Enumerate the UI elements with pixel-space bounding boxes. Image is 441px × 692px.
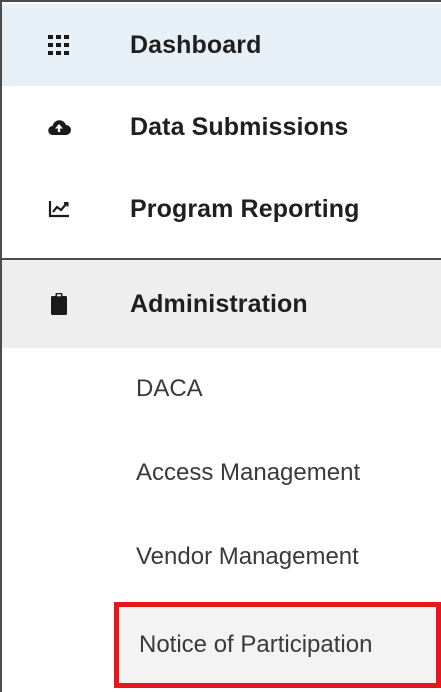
grid-icon [47, 33, 71, 57]
sidebar-item-program-reporting[interactable]: Program Reporting [2, 168, 441, 250]
sidebar-item-data-submissions[interactable]: Data Submissions [2, 86, 441, 168]
sidebar-subitem-label: DACA [136, 375, 203, 402]
sidebar-subitem-access-management[interactable]: Access Management [2, 432, 441, 514]
sidebar-subitem-label: Vendor Management [136, 543, 359, 570]
sidebar-subitem-notice-of-participation[interactable]: Notice of Participation [114, 602, 441, 688]
sidebar-frame: Dashboard Data Submissions Program Repor… [0, 0, 441, 692]
line-chart-icon [47, 197, 71, 221]
sidebar-item-label: Data Submissions [130, 112, 349, 141]
sidebar-subitem-vendor-management[interactable]: Vendor Management [2, 516, 441, 598]
sidebar-item-label: Dashboard [130, 30, 262, 59]
cloud-upload-icon [47, 115, 71, 139]
sidebar-item-label: Program Reporting [130, 194, 360, 223]
sidebar-item-administration[interactable]: Administration [2, 260, 441, 348]
sidebar-item-dashboard[interactable]: Dashboard [2, 4, 441, 86]
sidebar-subitem-daca[interactable]: DACA [2, 348, 441, 430]
sidebar-subitem-label: Access Management [136, 459, 361, 486]
sidebar-subitem-label: Notice of Participation [139, 631, 373, 658]
clipboard-icon [47, 292, 71, 316]
sidebar-item-label: Administration [130, 289, 308, 318]
sidebar-nav: Dashboard Data Submissions Program Repor… [0, 0, 441, 692]
